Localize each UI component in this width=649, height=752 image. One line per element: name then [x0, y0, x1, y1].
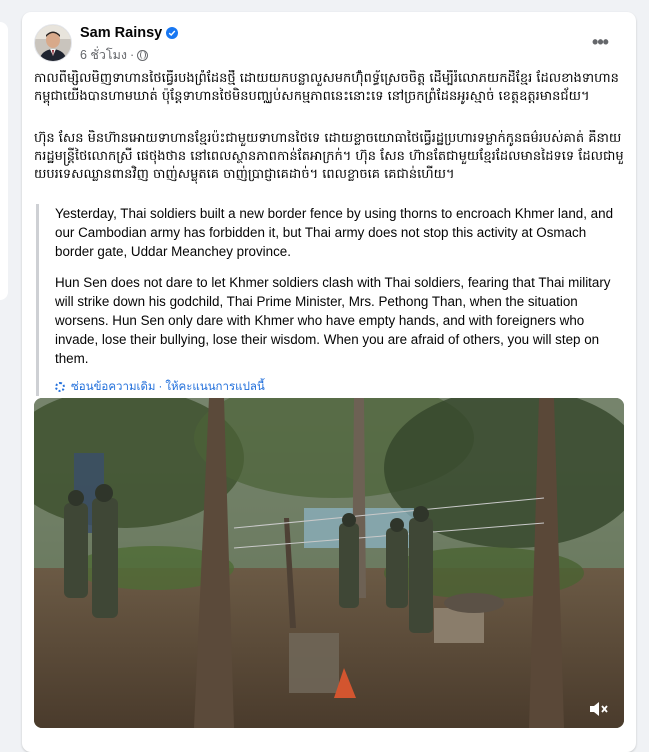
video-frame [34, 398, 624, 728]
verified-badge-icon [166, 27, 179, 39]
author-name-text[interactable]: Sam Rainsy [80, 25, 162, 41]
more-options-button[interactable]: ••• [586, 28, 614, 56]
author-name[interactable]: Sam Rainsy [80, 25, 179, 41]
hide-original-link[interactable]: ซ่อนข้อความเดิม [71, 378, 156, 396]
left-sidebar-card [0, 22, 8, 300]
volume-muted-icon[interactable] [588, 700, 610, 718]
more-options-label: ••• [592, 31, 609, 52]
translation-block: Yesterday, Thai soldiers built a new bor… [36, 204, 626, 396]
avatar[interactable] [34, 24, 72, 62]
gear-icon [55, 382, 65, 392]
translation-links-separator: · [158, 381, 163, 393]
original-text-paragraph-1: កាលពីម្សិលមិញទាហានថៃធ្វើរបងព្រំដែនថ្មី ដ… [34, 71, 619, 104]
post-video[interactable] [34, 398, 624, 728]
post-meta: 6 ชั่วโมง · [80, 45, 149, 65]
translation-paragraph-1: Yesterday, Thai soldiers built a new bor… [55, 206, 614, 259]
original-text-paragraph-2: ហ៊ុន សែន មិនហ៊ានអោយទាហានខ្មែរប៉ះជាមួយទាហ… [34, 131, 624, 182]
globe-icon[interactable] [137, 49, 149, 61]
translation-links: ซ่อนข้อความเดิม · ให้คะแนนการแปลนี้ [55, 378, 626, 396]
post-header: Sam Rainsy 6 ชั่วโมง · ••• [34, 24, 624, 68]
translation-paragraph-2: Hun Sen does not dare to let Khmer soldi… [55, 275, 611, 366]
post-timestamp[interactable]: 6 ชั่วโมง [80, 45, 127, 65]
rate-translation-link[interactable]: ให้คะแนนการแปลนี้ [165, 378, 264, 396]
meta-separator: · [130, 48, 135, 62]
facebook-post: Sam Rainsy 6 ชั่วโมง · ••• កាលពីម្សិលមិញ… [22, 12, 636, 752]
